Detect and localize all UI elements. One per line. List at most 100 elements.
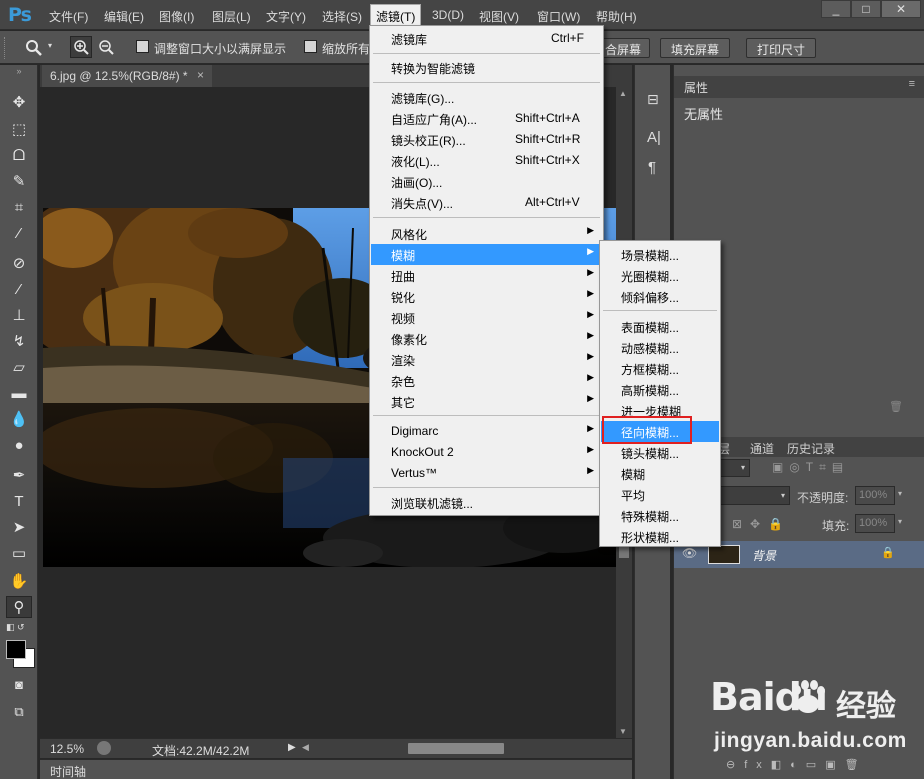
screen-mode-icon[interactable]: ⧉ (6, 701, 32, 723)
menu-item-filter-gallery[interactable]: 滤镜库(G)... (371, 87, 602, 108)
menu-item-lens-correction[interactable]: 镜头校正(R)... Shift+Ctrl+R (371, 129, 602, 150)
menu-item-gaussian-blur[interactable]: 高斯模糊... (601, 379, 719, 400)
menu-item-surface-blur[interactable]: 表面模糊... (601, 316, 719, 337)
menu-item-browse-online[interactable]: 浏览联机滤镜... (371, 492, 602, 513)
menu-item-shape-blur[interactable]: 形状模糊... (601, 526, 719, 547)
menu-item-oil-paint[interactable]: 油画(O)... (371, 171, 602, 192)
menu-item-video[interactable]: 视频 ▶ (371, 307, 602, 328)
zoom-in-button[interactable] (70, 36, 92, 58)
menu-item-filter-gallery-last[interactable]: 滤镜库 Ctrl+F (371, 28, 602, 49)
zoom-tool-icon[interactable] (24, 38, 44, 58)
menu-3d[interactable]: 3D(D) (432, 8, 464, 22)
default-colors-icon[interactable]: ◧ ↺ (6, 622, 25, 633)
blur-tool-icon[interactable]: 💧 (6, 409, 32, 431)
foreground-color-swatch[interactable] (6, 640, 26, 659)
menu-item-stylize[interactable]: 风格化 ▶ (371, 223, 602, 244)
quick-select-tool-icon[interactable]: ✎ (6, 171, 32, 193)
info-menu-icon[interactable]: ▶ (288, 742, 296, 753)
menu-item-knockout[interactable]: KnockOut 2 ▶ (371, 442, 602, 463)
print-size-button[interactable]: 打印尺寸 (746, 38, 817, 58)
minimize-button[interactable]: _ (821, 0, 851, 18)
menu-item-convert-smart-filter[interactable]: 转换为智能滤镜 (371, 57, 602, 78)
menu-item-field-blur[interactable]: 场景模糊... (601, 244, 719, 265)
document-tab[interactable]: 6.jpg @ 12.5%(RGB/8#) * × (42, 65, 212, 87)
menu-select[interactable]: 选择(S) (322, 8, 362, 25)
zoom-out-icon[interactable] (96, 37, 116, 57)
close-button[interactable]: ✕ (881, 0, 921, 18)
fill-input[interactable]: 100% (855, 514, 895, 533)
chevron-down-icon[interactable]: ▾ (48, 41, 52, 50)
history-panel-icon[interactable]: ⊟ (647, 91, 659, 108)
menu-item-blur[interactable]: 模糊 (601, 463, 719, 484)
lasso-tool-icon[interactable]: ᗝ (6, 145, 32, 167)
properties-title[interactable]: 属性 (684, 79, 708, 96)
menu-item-pixelate[interactable]: 像素化 ▶ (371, 328, 602, 349)
menu-item-render[interactable]: 渲染 ▶ (371, 349, 602, 370)
menu-image[interactable]: 图像(I) (159, 8, 194, 25)
panel-menu-icon[interactable]: ≡ (909, 78, 915, 90)
pen-tool-icon[interactable]: ✒ (6, 465, 32, 487)
opacity-input[interactable]: 100% (855, 486, 895, 505)
menu-window[interactable]: 窗口(W) (537, 8, 580, 25)
opacity-chevron-icon[interactable]: ▾ (898, 489, 902, 498)
menu-item-other[interactable]: 其它 ▶ (371, 391, 602, 412)
menu-item-vertus[interactable]: Vertus™ ▶ (371, 463, 602, 484)
menu-item-lens-blur[interactable]: 镜头模糊... (601, 442, 719, 463)
shape-tool-icon[interactable]: ▭ (6, 543, 32, 565)
gradient-tool-icon[interactable]: ▬ (6, 383, 32, 405)
hand-tool-icon[interactable]: ✋ (6, 571, 32, 593)
zoom-level[interactable]: 12.5% (50, 742, 84, 756)
menu-edit[interactable]: 编辑(E) (104, 8, 144, 25)
quick-mask-icon[interactable]: ◙ (6, 674, 32, 696)
menu-item-radial-blur[interactable]: 径向模糊... (601, 421, 719, 442)
menu-item-tilt-shift[interactable]: 倾斜偏移... (601, 286, 719, 307)
menu-item-blur[interactable]: 模糊 ▶ (371, 244, 602, 265)
fill-chevron-icon[interactable]: ▾ (898, 517, 902, 526)
menu-item-sharpen[interactable]: 锐化 ▶ (371, 286, 602, 307)
menu-help[interactable]: 帮助(H) (596, 8, 637, 25)
menu-item-blur-more[interactable]: 进一步模糊 (601, 400, 719, 421)
zoom-tool-icon[interactable]: ⚲ (6, 596, 32, 618)
layer-filter-icons[interactable]: ▣◎T⌗▤ (772, 460, 849, 475)
history-brush-tool-icon[interactable]: ↯ (6, 331, 32, 353)
lock-icons[interactable]: ⊠✥🔒 (732, 517, 791, 531)
menu-filter[interactable]: 滤镜(T) (370, 4, 422, 26)
menu-item-distort[interactable]: 扭曲 ▶ (371, 265, 602, 286)
menu-item-noise[interactable]: 杂色 ▶ (371, 370, 602, 391)
tab-close-icon[interactable]: × (197, 68, 204, 82)
visibility-eye-icon[interactable]: 👁 (682, 546, 697, 560)
zoom-all-checkbox[interactable] (304, 40, 317, 53)
resize-windows-checkbox[interactable] (136, 40, 149, 53)
type-tool-icon[interactable]: T (6, 491, 32, 513)
menu-item-liquify[interactable]: 液化(L)... Shift+Ctrl+X (371, 150, 602, 171)
scroll-left-icon[interactable]: ◀ (302, 742, 309, 753)
menu-item-box-blur[interactable]: 方框模糊... (601, 358, 719, 379)
menu-item-smart-blur[interactable]: 特殊模糊... (601, 505, 719, 526)
eyedropper-tool-icon[interactable]: ⁄ (6, 223, 32, 245)
crop-tool-icon[interactable]: ⌗ (6, 197, 32, 219)
eraser-tool-icon[interactable]: ▱ (6, 357, 32, 379)
menu-file[interactable]: 文件(F) (49, 8, 88, 25)
timeline-panel-tab[interactable]: 时间轴 (40, 759, 632, 779)
fill-screen-button[interactable]: 填充屏幕 (660, 38, 731, 58)
paragraph-panel-icon[interactable]: ¶ (648, 159, 656, 176)
menu-view[interactable]: 视图(V) (479, 8, 519, 25)
scroll-down-icon[interactable]: ▼ (619, 727, 627, 736)
menu-layer[interactable]: 图层(L) (212, 8, 251, 25)
horizontal-scroll-thumb[interactable] (408, 743, 504, 754)
scroll-up-icon[interactable]: ▲ (619, 89, 627, 98)
move-tool-icon[interactable]: ✥ (6, 92, 32, 114)
menu-item-iris-blur[interactable]: 光圈模糊... (601, 265, 719, 286)
menu-item-vanishing-point[interactable]: 消失点(V)... Alt+Ctrl+V (371, 192, 602, 213)
layer-name[interactable]: 背景 (752, 547, 776, 564)
menu-item-adaptive-wide-angle[interactable]: 自适应广角(A)... Shift+Ctrl+A (371, 108, 602, 129)
share-icon[interactable] (97, 741, 111, 755)
menu-item-digimarc[interactable]: Digimarc ▶ (371, 421, 602, 442)
path-select-tool-icon[interactable]: ➤ (6, 517, 32, 539)
menu-item-motion-blur[interactable]: 动感模糊... (601, 337, 719, 358)
tab-history[interactable]: 历史记录 (787, 440, 835, 457)
brush-tool-icon[interactable]: ⁄ (6, 279, 32, 301)
menu-type[interactable]: 文字(Y) (266, 8, 306, 25)
blend-mode-select[interactable]: ▾ (718, 486, 790, 505)
tab-channels[interactable]: 通道 (750, 440, 774, 457)
